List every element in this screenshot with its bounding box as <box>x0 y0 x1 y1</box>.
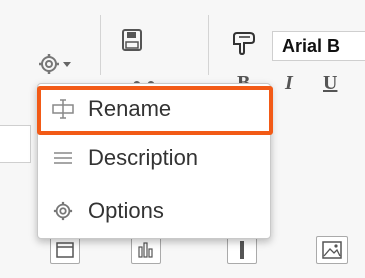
chevron-down-icon <box>63 62 71 67</box>
hand-pointer-icon <box>233 32 255 56</box>
insert-text-button[interactable] <box>227 236 257 264</box>
rename-icon <box>38 99 88 119</box>
settings-dropdown-menu: Rename Description Options <box>37 83 271 239</box>
menu-item-label: Description <box>88 145 199 170</box>
gear-icon <box>39 54 59 74</box>
menu-item-label: Options <box>88 198 164 223</box>
menu-item-description[interactable]: Description <box>38 135 270 181</box>
menu-item-label: Rename <box>88 96 172 121</box>
image-icon <box>322 241 342 259</box>
menu-item-options[interactable]: Options <box>38 188 270 234</box>
toolbar-separator <box>100 15 101 75</box>
toolbar-separator <box>208 15 209 75</box>
settings-dropdown-button[interactable] <box>32 48 78 80</box>
name-field[interactable] <box>0 125 31 163</box>
menu-item-rename[interactable]: Rename <box>38 86 270 132</box>
italic-button[interactable]: I <box>285 72 293 95</box>
window-icon <box>56 242 74 258</box>
underline-button[interactable]: U <box>323 72 337 95</box>
lines-icon <box>38 151 88 165</box>
gear-icon <box>38 201 88 221</box>
format-painter-button[interactable] <box>228 28 260 58</box>
bar-chart-icon <box>138 242 153 258</box>
chart-button[interactable] <box>131 236 161 264</box>
layout-button[interactable] <box>50 236 80 264</box>
insert-image-button[interactable] <box>316 236 348 264</box>
save-button[interactable] <box>119 27 145 53</box>
text-cursor-icon <box>240 241 244 259</box>
save-icon <box>122 29 142 51</box>
font-family-select[interactable]: Arial B <box>272 31 365 61</box>
